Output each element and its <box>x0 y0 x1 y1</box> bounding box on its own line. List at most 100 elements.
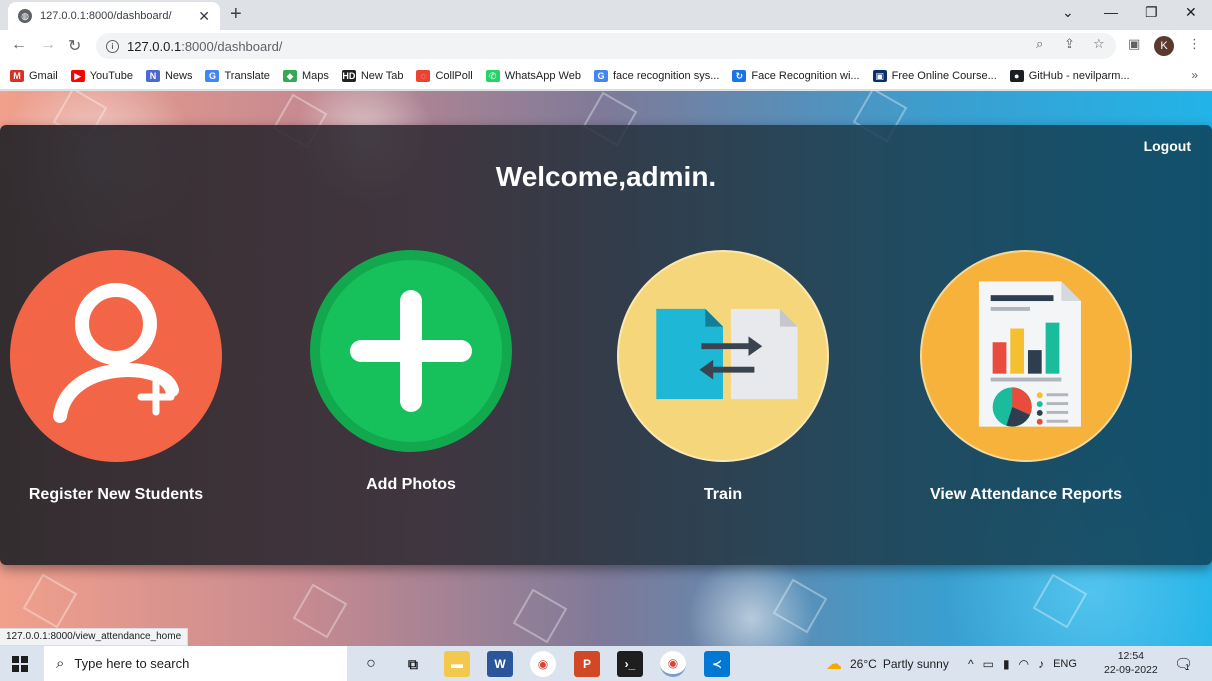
bookmark-label: GitHub - nevilparm... <box>1028 69 1130 82</box>
hd-icon: HD <box>341 69 356 82</box>
bookmark-item[interactable]: ↻ Face Recognition wi... <box>732 69 860 82</box>
meet-icon[interactable]: ▭ <box>983 657 994 671</box>
side-panel-icon[interactable]: ▣ <box>1128 36 1140 52</box>
wifi-icon[interactable]: ◠ <box>1019 657 1029 671</box>
bookmark-label: Free Online Course... <box>891 69 997 82</box>
register-students-card[interactable]: Register New Students <box>10 250 222 504</box>
bookmark-item[interactable]: ▶ YouTube <box>70 69 133 82</box>
bookmark-label: Maps <box>301 69 329 82</box>
bookmark-item[interactable]: ◆ Maps <box>282 69 329 82</box>
attendance-reports-card[interactable]: View Attendance Reports <box>920 250 1132 504</box>
search-icon: ⌕ <box>56 655 65 672</box>
card-label[interactable]: Train <box>704 486 742 504</box>
card-label[interactable]: Register New Students <box>29 486 203 504</box>
bookmark-item[interactable]: N News <box>145 69 192 82</box>
courses-icon: ▣ <box>872 69 887 82</box>
card-label[interactable]: View Attendance Reports <box>930 486 1122 504</box>
bookmarks-bar: M Gmail ▶ YouTube N News G Translate ◆ Maps HD New … <box>0 62 1212 90</box>
face-recognition-icon: ↻ <box>732 69 747 82</box>
tab-search-icon[interactable]: ⌄ <box>1062 4 1074 21</box>
search-placeholder: Type here to search <box>74 656 190 671</box>
minimize-button[interactable]: — <box>1104 4 1118 20</box>
bookmark-item[interactable]: G Translate <box>205 69 270 82</box>
site-info-icon[interactable]: i <box>106 39 119 53</box>
url-text: 127.0.0.1:8000/dashboard/ <box>127 38 283 54</box>
bookmark-star-icon[interactable]: ☆ <box>1093 36 1105 52</box>
word-icon[interactable]: W <box>487 651 513 677</box>
status-bar-link: 127.0.0.1:8000/view_attendance_home <box>0 628 189 646</box>
globe-icon: ◍ <box>18 9 32 23</box>
bookmark-item[interactable]: HD New Tab <box>341 69 404 82</box>
bookmark-label: face recognition sys... <box>612 69 720 82</box>
close-tab-icon[interactable]: ✕ <box>198 8 210 25</box>
battery-icon[interactable]: ▮ <box>1003 657 1010 671</box>
bookmark-item[interactable]: ◌ CollPoll <box>416 69 473 82</box>
youtube-icon: ▶ <box>70 69 85 82</box>
train-card[interactable]: Train <box>617 250 829 504</box>
tab-title: 127.0.0.1:8000/dashboard/ <box>40 10 172 22</box>
partly-sunny-icon: ☁ <box>826 655 842 673</box>
taskbar-search-box[interactable]: ⌕ Type here to search <box>44 646 347 681</box>
plus-icon[interactable] <box>310 250 512 452</box>
bookmark-item[interactable]: ● GitHub - nevilparm... <box>1009 69 1130 82</box>
address-bar[interactable]: i 127.0.0.1:8000/dashboard/ <box>96 33 1116 59</box>
chrome-icon[interactable]: ◉ <box>530 651 556 677</box>
add-user-icon[interactable] <box>10 250 222 462</box>
browser-tab[interactable]: ◍ 127.0.0.1:8000/dashboard/ ✕ <box>8 2 220 30</box>
logout-link[interactable]: Logout <box>1144 138 1191 154</box>
report-chart-icon[interactable] <box>920 250 1132 462</box>
bookmark-label: CollPoll <box>435 69 473 82</box>
back-button[interactable]: ← <box>11 36 27 54</box>
page-background: Logout Welcome,admin. Register New Stude… <box>0 91 1212 646</box>
google-icon: G <box>593 69 608 82</box>
cortana-icon[interactable]: ○ <box>358 651 384 677</box>
vscode-icon[interactable]: ≺ <box>704 651 730 677</box>
clock-date: 22-09-2022 <box>1104 664 1158 676</box>
bookmark-item[interactable]: M Gmail <box>10 69 58 82</box>
chrome-active-icon[interactable]: ◉ <box>660 651 686 677</box>
bookmark-item[interactable]: ✆ WhatsApp Web <box>485 69 581 82</box>
bookmark-item[interactable]: Gface recognition sys... <box>593 69 720 82</box>
news-icon: N <box>145 69 160 82</box>
bookmark-label: Translate <box>224 69 270 82</box>
github-icon: ● <box>1009 69 1024 82</box>
clock[interactable]: 12:54 22-09-2022 <box>1104 649 1158 677</box>
menu-icon[interactable]: ⋮ <box>1188 36 1201 52</box>
restore-button[interactable]: ❐ <box>1145 4 1158 21</box>
translate-icon: G <box>205 69 220 82</box>
share-icon[interactable]: ⇪ <box>1064 36 1075 52</box>
forward-button[interactable]: → <box>40 36 56 54</box>
windows-taskbar: ⌕ Type here to search ○ ⧉ ▬ W ◉ P ›_ ◉ ≺… <box>0 646 1212 681</box>
add-photos-card[interactable]: Add Photos <box>310 250 512 494</box>
weather-widget[interactable]: ☁ 26°C Partly sunny <box>826 646 949 681</box>
file-explorer-icon[interactable]: ▬ <box>444 651 470 677</box>
language-indicator[interactable]: ENG <box>1053 658 1077 670</box>
bookmark-label: WhatsApp Web <box>504 69 581 82</box>
zoom-icon[interactable]: ⌕ <box>1036 36 1043 52</box>
new-tab-button[interactable]: + <box>230 4 242 24</box>
card-label[interactable]: Add Photos <box>366 476 456 494</box>
more-bookmarks-icon[interactable]: » <box>1191 68 1198 82</box>
notifications-icon[interactable]: 🗨 1 <box>1174 646 1193 681</box>
task-view-icon[interactable]: ⧉ <box>400 651 426 677</box>
reload-button[interactable]: ↻ <box>68 36 81 56</box>
close-window-button[interactable]: ✕ <box>1185 4 1197 21</box>
weather-text: Partly sunny <box>882 656 949 671</box>
whatsapp-icon: ✆ <box>485 69 500 82</box>
bookmark-label: New Tab <box>360 69 404 82</box>
bookmark-label: YouTube <box>89 69 133 82</box>
browser-toolbar: ← → ↻ i 127.0.0.1:8000/dashboard/ ⌕ ⇪ ☆ … <box>0 30 1212 62</box>
dashboard-panel: Logout Welcome,admin. Register New Stude… <box>0 125 1212 565</box>
transfer-files-icon[interactable] <box>617 250 829 462</box>
profile-avatar[interactable]: K <box>1154 36 1174 56</box>
weather-temp: 26°C <box>850 656 877 671</box>
windows-start-icon[interactable] <box>12 656 28 672</box>
volume-icon[interactable]: ♪ <box>1038 657 1044 671</box>
powerpoint-icon[interactable]: P <box>574 651 600 677</box>
bookmark-label: Face Recognition wi... <box>751 69 860 82</box>
terminal-icon[interactable]: ›_ <box>617 651 643 677</box>
clock-time: 12:54 <box>1117 650 1144 662</box>
bookmark-item[interactable]: ▣ Free Online Course... <box>872 69 997 82</box>
chevron-up-icon[interactable]: ^ <box>968 657 974 671</box>
notification-count: 1 <box>1185 663 1190 672</box>
